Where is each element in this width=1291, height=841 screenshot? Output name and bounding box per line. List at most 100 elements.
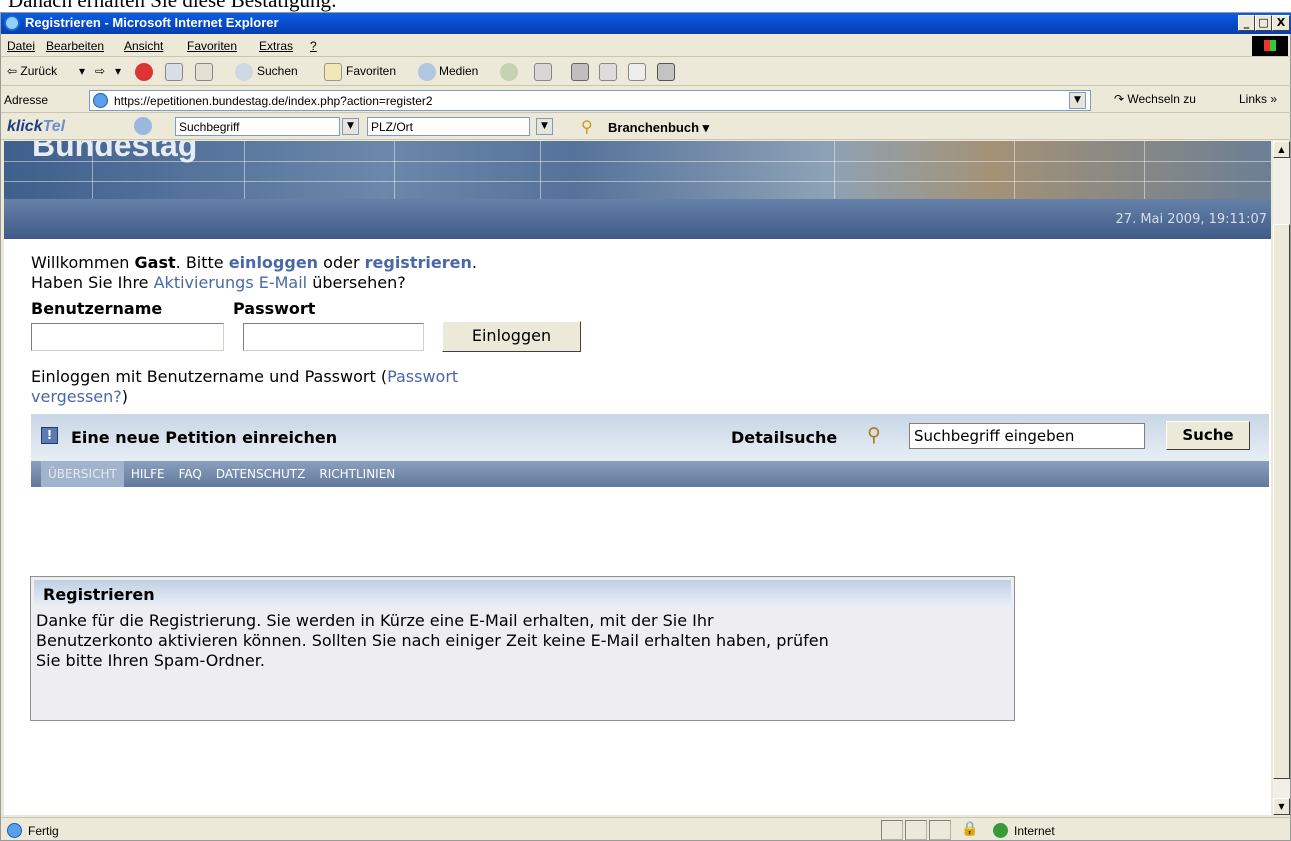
close-button[interactable]: X [1272,15,1290,31]
refresh-icon[interactable] [165,63,183,81]
login-hint: Einloggen mit Benutzername und Passwort … [31,367,458,407]
status-bar: Fertig 🔒 Internet [1,817,1291,841]
scroll-thumb[interactable] [1273,224,1290,779]
maximize-button[interactable]: □ [1255,15,1272,31]
address-dropdown-icon[interactable]: ▼ [1069,92,1086,109]
search-icon [235,63,253,81]
document-caption: Danach erhalten Sie diese Bestätigung: [8,0,337,12]
standard-toolbar: ⇦ Zurück ▾ ⇨ ▾ Suchen Favoriten Medien [1,58,1291,86]
date-time: 27. Mai 2009, 19:11:07 [1115,212,1267,227]
forgot-password-link[interactable]: Passwort [387,367,458,386]
edit-icon[interactable] [599,63,617,81]
scroll-up-icon[interactable]: ▲ [1273,141,1290,158]
klicktel-logo-accent: Tel [42,118,66,135]
favorites-icon [324,63,342,81]
globe-icon [993,823,1008,838]
activation-email-link[interactable]: Aktivierungs E-Mail [154,273,308,292]
forgot-password-link-2[interactable]: vergessen? [31,387,122,406]
address-label: Adresse [4,93,49,107]
status-pane [881,820,903,840]
status-zone: Internet [1014,824,1055,838]
new-petition-link[interactable]: Eine neue Petition einreichen [71,428,337,447]
go-label: Wechseln zu [1127,92,1196,106]
magnifier-icon: ⚲ [581,117,593,136]
klicktel-search-field[interactable]: Suchbegriff [175,117,340,136]
search-button[interactable]: Suchen [257,64,298,78]
back-dropdown-icon[interactable]: ▾ [79,64,85,78]
lock-icon: 🔒 [961,821,979,837]
home-icon[interactable] [195,63,213,81]
search-button[interactable]: Suche [1166,421,1250,450]
messenger-icon[interactable] [657,63,675,81]
klicktel-search-dropdown-icon[interactable]: ▼ [342,118,359,135]
login-link[interactable]: einloggen [229,253,318,272]
password-field[interactable] [243,323,424,351]
register-line-2: Benutzerkonto aktivieren können. Sollten… [36,631,829,650]
mail-icon[interactable] [534,63,552,81]
page-content: Bundestag 27. Mai 2009, 19:11:07 Willkom… [4,141,1271,815]
detail-search-link[interactable]: Detailsuche [731,428,837,447]
klicktel-toolbar: klickTel Suchbegriff ▼ PLZ/Ort ▼ ⚲ Branc… [1,114,1291,140]
history-icon[interactable] [500,63,518,81]
magnifier-search-icon[interactable]: ⚲ [867,424,881,446]
windows-logo-icon [1252,36,1288,56]
minimize-button[interactable]: _ [1238,15,1255,31]
register-heading: Registrieren [34,580,1011,606]
activation-suffix: übersehen? [307,273,406,292]
status-pane [929,820,951,840]
menu-bearbeiten[interactable]: Bearbeiten [46,39,104,53]
search-input[interactable]: Suchbegriff eingeben [909,423,1145,449]
password-label: Passwort [233,299,316,318]
welcome-prefix: Willkommen [31,253,135,272]
address-url: https://epetitionen.bundestag.de/index.p… [114,94,433,108]
back-button[interactable]: ⇦ Zurück [7,64,57,78]
menu-help[interactable]: ? [310,39,317,53]
vertical-scrollbar[interactable]: ▲ ▼ [1273,141,1290,815]
klicktel-icon[interactable] [134,117,152,135]
ie-logo-icon [4,15,20,31]
login-button[interactable]: Einloggen [442,321,581,352]
discuss-icon[interactable] [628,63,646,81]
tab-datenschutz[interactable]: DATENSCHUTZ [209,461,313,487]
register-link[interactable]: registrieren [365,253,472,272]
klicktel-logo: klickTel [7,118,65,136]
tab-faq[interactable]: FAQ [172,461,209,487]
welcome-mid: . Bitte [175,253,229,272]
page-icon [93,93,108,108]
klicktel-location-field[interactable]: PLZ/Ort [367,117,530,136]
menu-favoriten[interactable]: Favoriten [187,39,237,53]
register-confirmation-box: Registrieren Danke für die Registrierung… [30,576,1015,721]
welcome-or: oder [318,253,365,272]
browser-window: Registrieren - Microsoft Internet Explor… [0,12,1291,841]
print-icon[interactable] [571,63,589,81]
menu-extras[interactable]: Extras [259,39,293,53]
title-bar: Registrieren - Microsoft Internet Explor… [1,13,1291,34]
username-field[interactable] [31,323,224,351]
register-line-1: Danke für die Registrierung. Sie werden … [36,611,714,630]
tab-uebersicht[interactable]: ÜBERSICHT [41,461,124,487]
scroll-down-icon[interactable]: ▼ [1273,798,1290,815]
username-label: Benutzername [31,299,163,318]
tab-hilfe[interactable]: HILFE [124,461,172,487]
media-button[interactable]: Medien [439,64,478,78]
links-button[interactable]: Links » [1239,92,1277,106]
nav-tabs: ÜBERSICHT HILFE FAQ DATENSCHUTZ RICHTLIN… [31,461,1269,487]
menu-datei[interactable]: Datei [7,39,35,53]
klicktel-logo-main: klick [7,118,43,135]
favorites-button[interactable]: Favoriten [346,64,396,78]
petition-bar: ! Eine neue Petition einreichen Detailsu… [31,414,1269,461]
exclamation-icon: ! [41,427,58,444]
media-icon [418,63,436,81]
address-input[interactable]: https://epetitionen.bundestag.de/index.p… [89,90,1091,111]
bundestag-banner: Bundestag [4,141,1271,199]
klicktel-location-dropdown-icon[interactable]: ▼ [536,118,553,135]
go-button[interactable]: ↷ Wechseln zu [1114,92,1196,106]
forward-dropdown-icon[interactable]: ▾ [115,64,121,78]
status-text: Fertig [28,824,59,838]
tab-richtlinien[interactable]: RICHTLINIEN [312,461,402,487]
branchenbuch-button[interactable]: Branchenbuch ▾ [608,120,709,136]
forward-icon[interactable]: ⇨ [95,64,105,78]
login-hint-prefix: Einloggen mit Benutzername und Passwort … [31,367,388,386]
stop-icon[interactable] [135,63,153,81]
menu-ansicht[interactable]: Ansicht [124,39,163,53]
